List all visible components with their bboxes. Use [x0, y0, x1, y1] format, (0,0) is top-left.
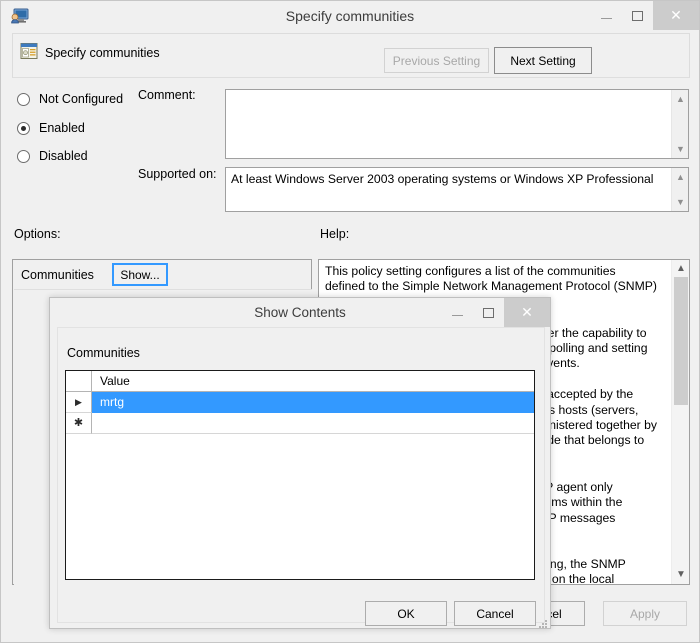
comment-scrollbar[interactable]: ▲ ▼ — [671, 90, 688, 158]
modal-ok-button[interactable]: OK — [365, 601, 447, 626]
grid-corner-header — [66, 371, 92, 391]
grid-header-row: Value — [66, 371, 534, 392]
radio-enabled-indicator — [17, 121, 30, 135]
grid-column-header-value: Value — [100, 374, 130, 388]
comment-label: Comment: — [138, 88, 196, 102]
policy-setting-icon — [20, 42, 38, 60]
table-row[interactable]: ▶ mrtg — [66, 392, 534, 413]
options-section-label: Options: — [14, 227, 61, 241]
new-row-asterisk-icon[interactable]: ✱ — [66, 413, 92, 434]
supported-on-value: At least Windows Server 2003 operating s… — [231, 172, 654, 186]
next-setting-button[interactable]: Next Setting — [494, 47, 592, 74]
minimize-button[interactable] — [591, 1, 622, 30]
radio-disabled-indicator — [17, 149, 30, 163]
modal-minimize-button[interactable] — [442, 298, 473, 327]
resize-grip[interactable] — [539, 620, 548, 629]
radio-enabled-label: Enabled — [39, 121, 85, 135]
radio-disabled[interactable]: Disabled — [17, 149, 88, 163]
modal-cancel-button[interactable]: Cancel — [454, 601, 536, 626]
radio-disabled-label: Disabled — [39, 149, 88, 163]
window-controls: ✕ — [591, 1, 699, 30]
radio-not-configured[interactable]: Not Configured — [17, 92, 123, 106]
radio-not-configured-label: Not Configured — [39, 92, 124, 106]
main-apply-button[interactable]: Apply — [603, 601, 687, 626]
modal-communities-label: Communities — [67, 346, 140, 360]
chevron-up-icon[interactable]: ▲ — [672, 91, 688, 107]
modal-maximize-button[interactable] — [473, 298, 504, 327]
help-scrollbar-thumb[interactable] — [674, 277, 688, 405]
supported-on-input[interactable]: At least Windows Server 2003 operating s… — [225, 167, 689, 212]
main-titlebar[interactable]: Specify communities ✕ — [1, 1, 699, 31]
modal-close-button[interactable]: ✕ — [504, 298, 550, 327]
chevron-down-icon[interactable]: ▼ — [672, 194, 688, 210]
chevron-down-icon[interactable]: ▼ — [672, 141, 688, 157]
chevron-up-icon[interactable]: ▲ — [672, 169, 688, 185]
modal-window-controls: ✕ — [442, 298, 550, 327]
help-scrollbar[interactable]: ▲ ▼ — [671, 260, 689, 584]
chevron-up-icon[interactable]: ▲ — [672, 261, 690, 277]
show-button[interactable]: Show... — [112, 263, 168, 286]
chevron-down-icon[interactable]: ▼ — [672, 567, 690, 583]
setting-name-label: Specify communities — [45, 46, 160, 60]
radio-not-configured-indicator — [17, 92, 30, 106]
row-selector-arrow-icon[interactable]: ▶ — [66, 392, 92, 413]
table-row-new[interactable]: ✱ — [66, 413, 534, 434]
modal-body: Communities Value ▶ mrtg ✱ — [57, 327, 545, 623]
help-section-label: Help: — [320, 227, 350, 241]
supported-on-label: Supported on: — [138, 167, 217, 181]
supported-on-scrollbar[interactable]: ▲ ▼ — [671, 168, 688, 211]
communities-option-label: Communities — [21, 268, 94, 282]
grid-cell-value[interactable]: mrtg — [92, 392, 534, 413]
communities-grid[interactable]: Value ▶ mrtg ✱ — [65, 370, 535, 580]
grid-cell-value-new[interactable] — [92, 413, 534, 434]
previous-setting-button[interactable]: Previous Setting — [384, 48, 489, 73]
modal-titlebar[interactable]: Show Contents ✕ — [50, 298, 550, 327]
close-button[interactable]: ✕ — [653, 1, 699, 30]
radio-enabled[interactable]: Enabled — [17, 121, 85, 135]
comment-input[interactable]: ▲ ▼ — [225, 89, 689, 159]
maximize-button[interactable] — [622, 1, 653, 30]
show-contents-dialog: Show Contents ✕ Communities Value ▶ mrtg… — [49, 297, 551, 629]
